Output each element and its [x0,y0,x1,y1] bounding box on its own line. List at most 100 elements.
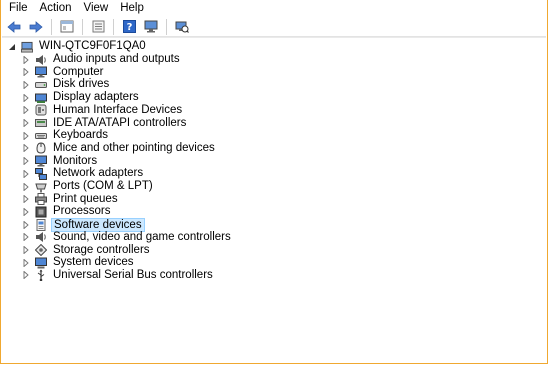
tree-item-label: Software devices [51,217,145,232]
menu-file[interactable]: File [2,0,34,17]
scan-hardware-icon [175,21,189,33]
back-button[interactable] [5,18,23,36]
tree-item-software-devices[interactable]: Software devices [22,217,145,232]
expand-arrow-icon[interactable] [22,129,30,142]
tree-item-mice-and-other-pointing-devices[interactable]: Mice and other pointing devices [22,142,217,155]
network-icon [35,167,47,180]
display-adapter-icon [35,92,47,104]
tree-item-disk-drives[interactable]: Disk drives [22,78,111,91]
hid-icon [35,104,47,116]
tree-item-label: Audio inputs and outputs [53,53,180,65]
help-button[interactable]: ? [120,18,138,36]
menu-view[interactable]: View [78,0,115,17]
expand-arrow-icon[interactable] [22,205,30,218]
expand-arrow-icon[interactable] [22,104,30,117]
expand-arrow-icon[interactable] [22,193,30,206]
monitor-icon [144,20,158,33]
show-hide-console-tree-button[interactable] [58,18,76,36]
tree-item-sound-video-and-game-controllers[interactable]: Sound, video and game controllers [22,231,233,244]
tree-item-label: Processors [53,205,111,218]
expand-arrow-icon[interactable] [22,180,30,193]
expand-arrow-icon[interactable] [22,53,30,66]
tree-item-audio-inputs-and-outputs[interactable]: Audio inputs and outputs [22,53,182,66]
device-manager-icon [60,20,74,33]
collapse-arrow-icon[interactable] [8,40,16,53]
toolbar-separator [51,18,52,35]
monitor-icon [35,66,47,78]
tree-item-display-adapters[interactable]: Display adapters [22,91,141,104]
tree-item-keyboards[interactable]: Keyboards [22,129,110,142]
expand-arrow-icon[interactable] [22,142,30,155]
forward-arrow-icon [29,20,43,33]
storage-icon [35,244,47,256]
ide-icon [35,117,47,129]
tree-item-label: Human Interface Devices [53,103,183,116]
tree-item-print-queues[interactable]: Print queues [22,193,120,206]
tree-item-monitors[interactable]: Monitors [22,155,99,168]
expand-arrow-icon[interactable] [22,78,30,91]
expand-arrow-icon[interactable] [22,155,30,168]
tree-item-label: IDE ATA/ATAPI controllers [53,116,187,129]
toolbar: ? [2,17,546,37]
tree-item-label: Universal Serial Bus controllers [53,268,213,281]
tree-item-universal-serial-bus-controllers[interactable]: Universal Serial Bus controllers [22,269,215,282]
toolbar-separator [166,18,167,35]
menu-help[interactable]: Help [114,0,150,17]
toolbar-separator [113,18,114,35]
svg-text:?: ? [126,22,132,33]
tree-item-label: Keyboards [53,129,108,142]
usb-icon [35,269,47,282]
expand-arrow-icon[interactable] [22,269,30,282]
expand-arrow-icon[interactable] [22,167,30,180]
toolbar-separator [82,18,83,35]
tree-item-label: Print queues [53,192,118,205]
tree-root[interactable]: WIN-QTC9F0F1QA0 [8,40,148,53]
expand-arrow-icon[interactable] [22,231,30,244]
tree-item-label: Computer [53,65,104,78]
expand-arrow-icon[interactable] [22,117,30,130]
tree-item-label: Mice and other pointing devices [53,141,215,154]
tree-item-label: Network adapters [53,167,144,180]
port-icon [35,181,47,193]
device-manager-window: File Action View Help ? WIN-QTC9F0F1QA0 … [0,0,548,364]
tree-item-human-interface-devices[interactable]: Human Interface Devices [22,104,184,117]
properties-button[interactable] [89,18,107,36]
printer-icon [35,193,47,206]
tree-item-label: Storage controllers [53,243,150,256]
system-icon [35,257,47,269]
tree-item-label: Monitors [53,154,98,167]
expand-arrow-icon[interactable] [22,91,30,104]
disk-icon [35,79,47,91]
expand-arrow-icon[interactable] [22,256,30,269]
tree-item-label: System devices [53,256,134,269]
tree-item-storage-controllers[interactable]: Storage controllers [22,244,152,257]
forward-button[interactable] [27,18,45,36]
menu-action[interactable]: Action [34,0,78,17]
expand-arrow-icon[interactable] [22,218,30,231]
tree-item-ide-ata-atapi-controllers[interactable]: IDE ATA/ATAPI controllers [22,117,188,130]
keyboard-icon [35,130,47,142]
properties-icon [92,20,104,33]
cpu-icon [35,206,47,218]
tree-item-label: Disk drives [53,78,110,91]
back-arrow-icon [7,20,21,33]
expand-arrow-icon[interactable] [22,66,30,79]
tree-item-label: Display adapters [53,91,139,104]
mouse-icon [35,142,47,154]
monitor-icon [35,155,47,167]
speaker-icon [35,231,47,243]
monitor-button[interactable] [142,18,160,36]
expand-arrow-icon[interactable] [22,244,30,257]
scan-hardware-button[interactable] [173,18,191,36]
help-icon: ? [122,20,136,33]
tree-item-network-adapters[interactable]: Network adapters [22,167,145,180]
tree-item-system-devices[interactable]: System devices [22,256,136,269]
computer-icon [21,41,33,53]
software-device-icon [35,218,47,231]
tree-item-computer[interactable]: Computer [22,66,106,79]
tree-item-ports-com-lpt[interactable]: Ports (COM & LPT) [22,180,155,193]
tree-item-label: Sound, video and game controllers [53,230,231,243]
tree-root-label: WIN-QTC9F0F1QA0 [39,40,146,52]
speaker-icon [35,54,47,66]
tree-item-processors[interactable]: Processors [22,205,113,218]
